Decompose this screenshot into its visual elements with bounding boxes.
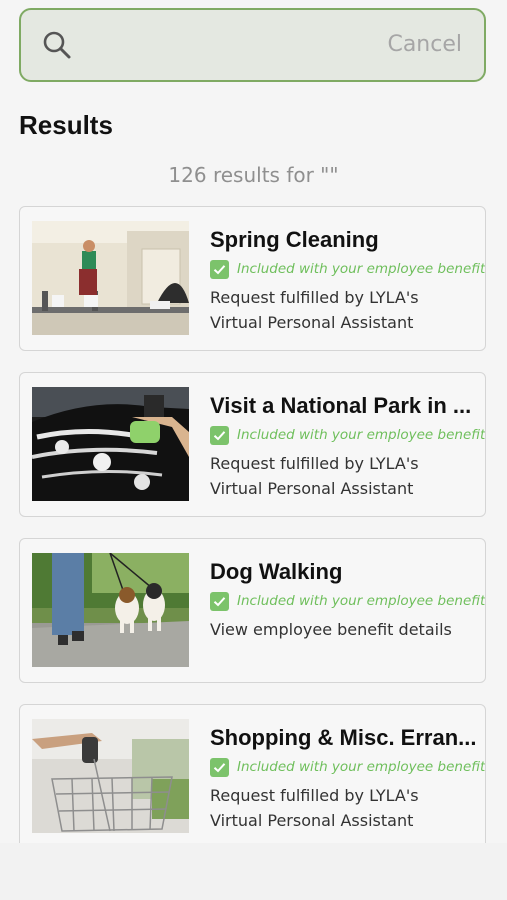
card-title: Shopping & Misc. Erran... — [210, 725, 477, 750]
benefit-text: Included with your employee benefits — [237, 759, 486, 775]
benefit-badge: Included with your employee benefits — [210, 259, 486, 279]
search-input[interactable] — [91, 24, 371, 68]
card-description-line: Virtual Personal Assistant — [210, 313, 414, 332]
card-description-line: Request fulfilled by LYLA's — [210, 288, 419, 307]
card-description-line: Virtual Personal Assistant — [210, 479, 414, 498]
bottom-area — [0, 843, 507, 900]
dog-walking-photo — [32, 553, 189, 667]
benefit-text: Included with your employee benefits — [237, 427, 486, 443]
card-description: Request fulfilled by LYLA's Virtual Pers… — [210, 285, 470, 335]
checkmark-icon — [210, 425, 229, 445]
card-description: Request fulfilled by LYLA's Virtual Pers… — [210, 451, 470, 501]
car-washing-photo — [32, 387, 189, 501]
card-title: Dog Walking — [210, 559, 343, 584]
search-bar[interactable]: Cancel — [19, 8, 486, 82]
benefit-badge: Included with your employee benefits — [210, 425, 486, 445]
checkmark-icon — [210, 591, 229, 611]
house-painting-photo — [32, 221, 189, 335]
benefit-text: Included with your employee benefits — [237, 593, 486, 609]
result-card[interactable]: Visit a National Park in ... Included wi… — [19, 372, 486, 517]
shopping-cart-photo — [32, 719, 189, 833]
card-description: Request fulfilled by LYLA's Virtual Pers… — [210, 783, 470, 833]
card-title: Visit a National Park in ... — [210, 393, 472, 418]
search-icon — [43, 31, 71, 59]
cancel-button[interactable]: Cancel — [387, 32, 462, 57]
result-card[interactable]: Shopping & Misc. Erran... Included with … — [19, 704, 486, 849]
card-description-line: Request fulfilled by LYLA's — [210, 454, 419, 473]
result-card[interactable]: Spring Cleaning Included with your emplo… — [19, 206, 486, 351]
results-count: 126 results for "" — [168, 163, 339, 187]
card-description-line: View employee benefit details — [210, 620, 452, 639]
result-card[interactable]: Dog Walking Included with your employee … — [19, 538, 486, 683]
card-title: Spring Cleaning — [210, 227, 379, 252]
results-heading: Results — [19, 110, 113, 140]
checkmark-icon — [210, 259, 229, 279]
benefit-text: Included with your employee benefits — [237, 261, 486, 277]
results-list: Spring Cleaning Included with your emplo… — [19, 206, 486, 870]
card-description-line: Request fulfilled by LYLA's — [210, 786, 419, 805]
checkmark-icon — [210, 757, 229, 777]
benefit-badge: Included with your employee benefits — [210, 757, 486, 777]
benefit-badge: Included with your employee benefits — [210, 591, 486, 611]
card-description-line: Virtual Personal Assistant — [210, 811, 414, 830]
card-description: View employee benefit details — [210, 617, 470, 642]
